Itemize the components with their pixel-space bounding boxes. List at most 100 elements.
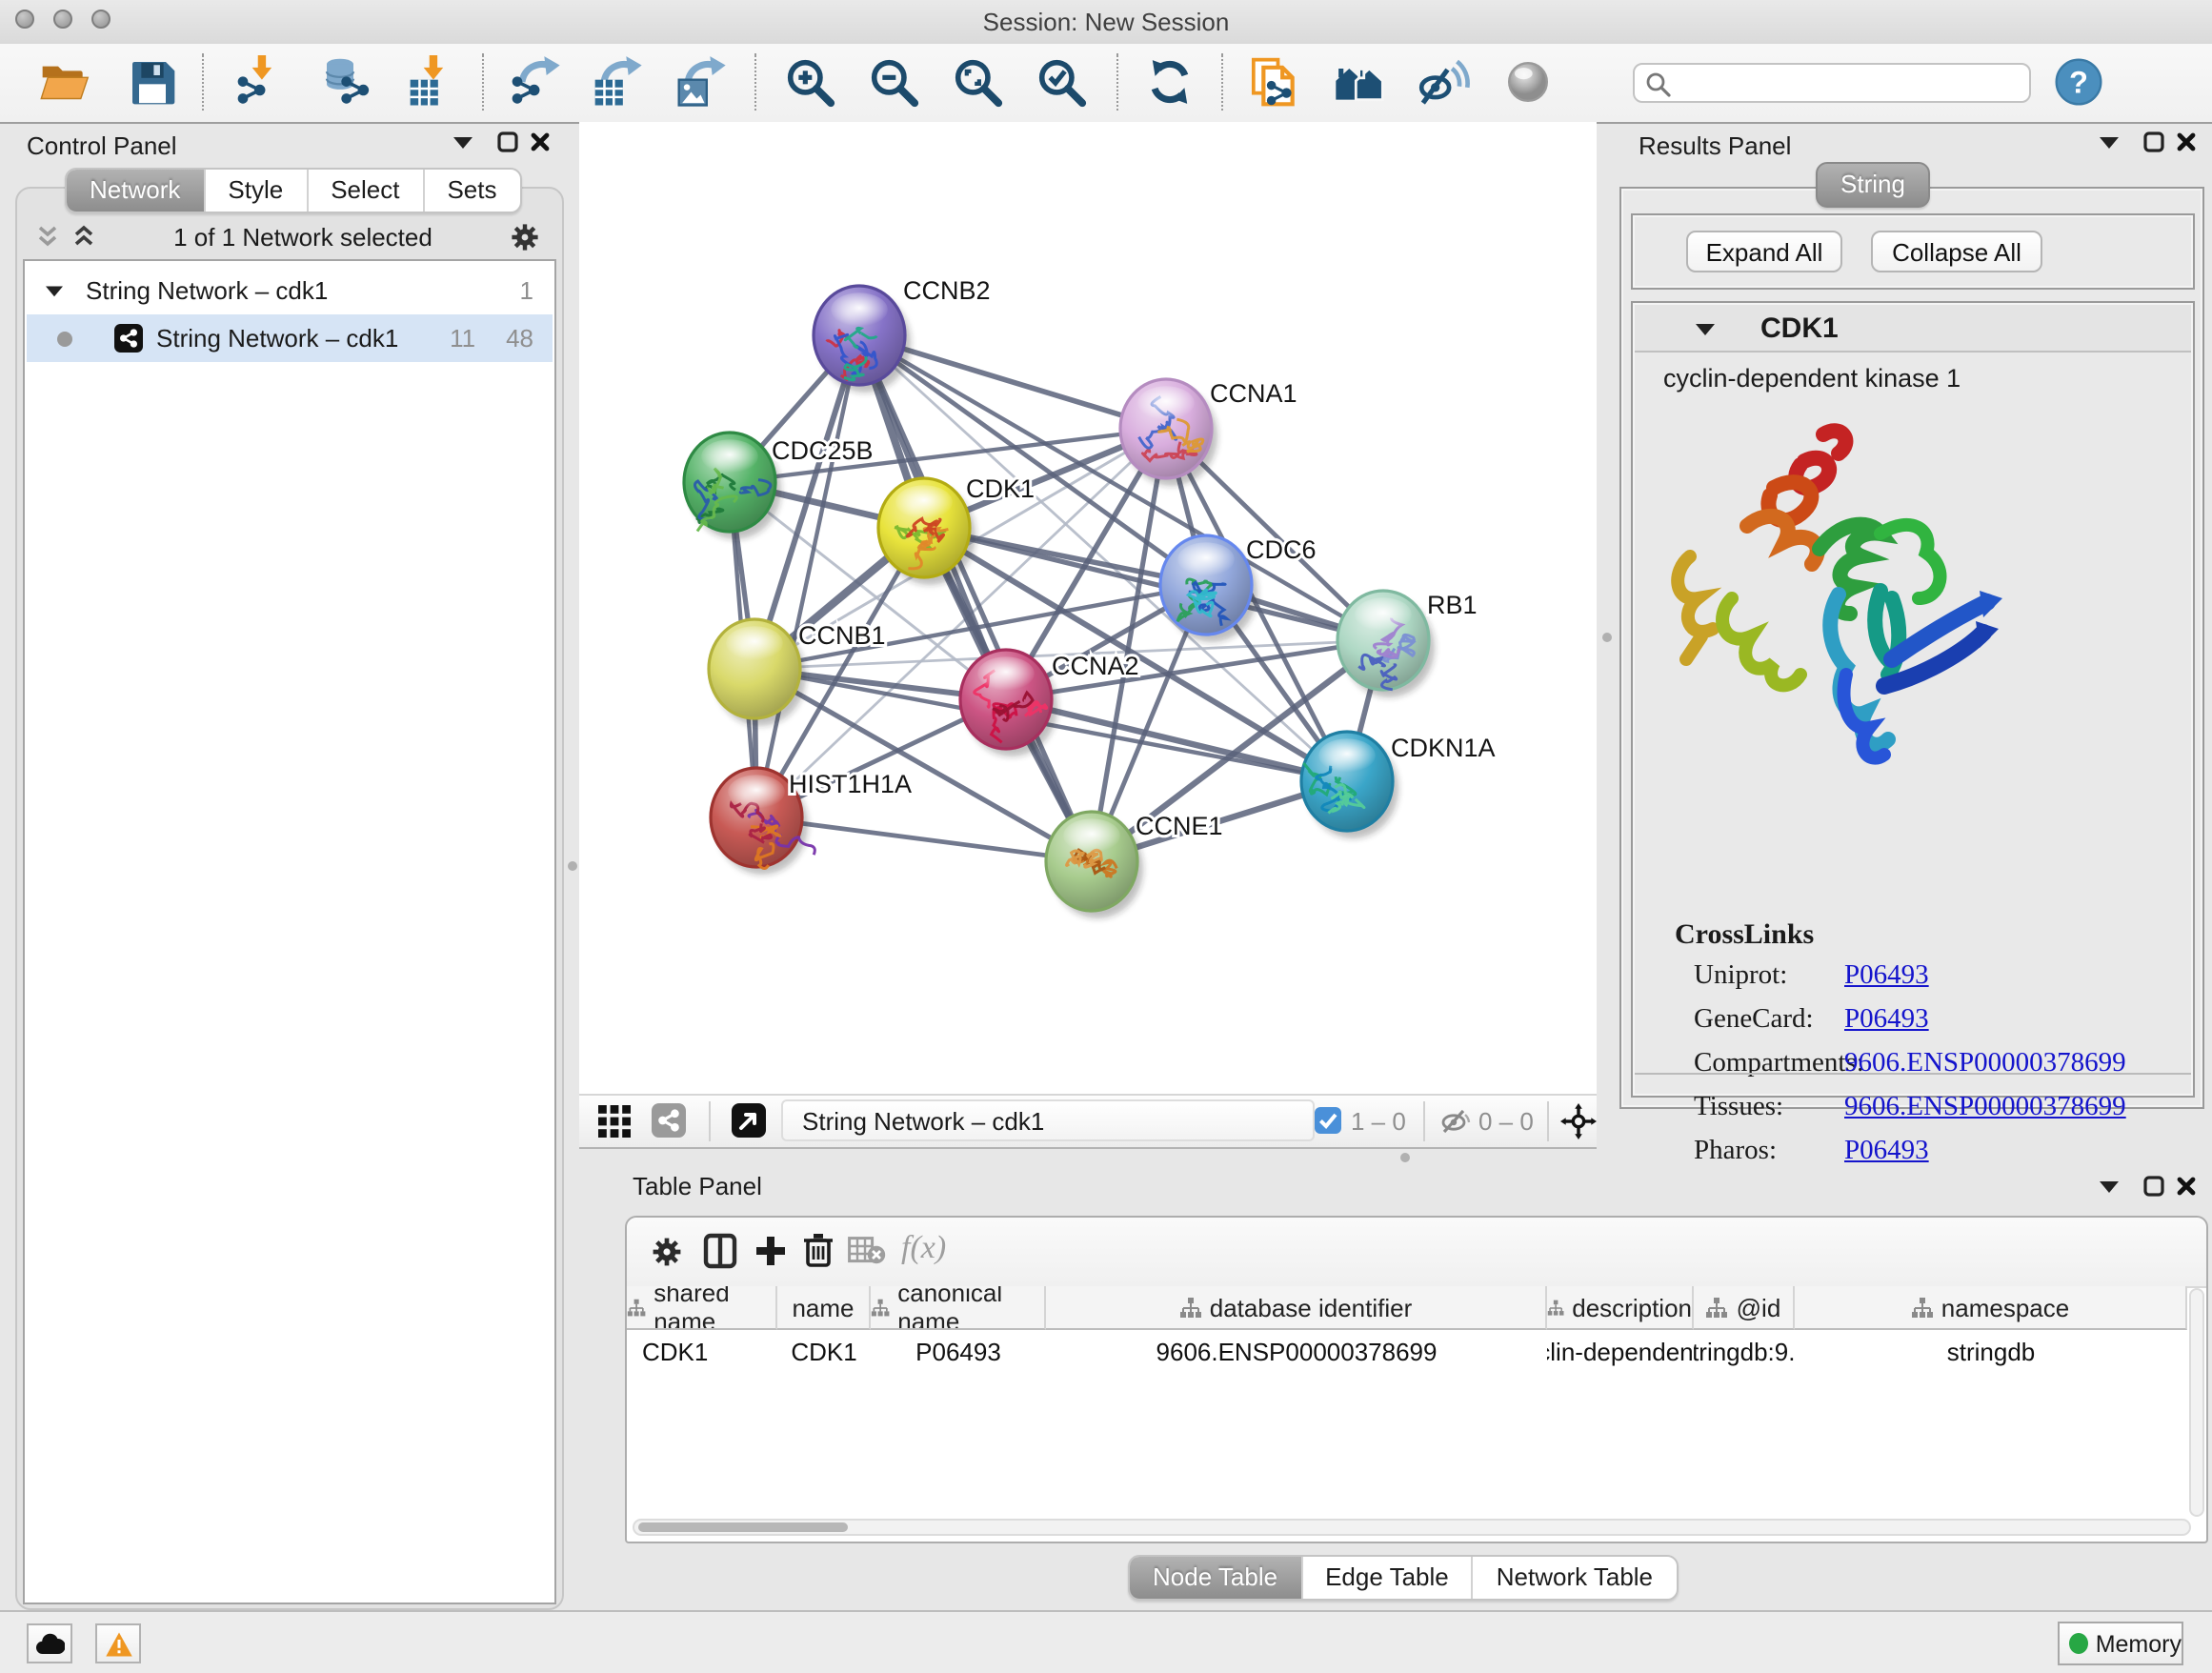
tab-sets[interactable]: Sets (424, 170, 519, 212)
gear-icon[interactable] (509, 220, 541, 252)
import-database-button[interactable] (318, 53, 375, 111)
network-row-selected[interactable]: String Network – cdk1 11 48 (27, 314, 553, 362)
expand-all-button[interactable]: Expand All (1686, 231, 1842, 272)
level-of-detail-button[interactable] (1499, 53, 1557, 111)
selected-checkbox[interactable] (1315, 1107, 1341, 1139)
results-float-menu-icon[interactable] (2096, 128, 2122, 154)
table-cell[interactable]: cyclin-dependent ... (1547, 1330, 1694, 1372)
network-node-CDK1[interactable]: CDK1 (878, 474, 1035, 585)
table-float-menu-icon[interactable] (2096, 1172, 2122, 1199)
table-cell[interactable]: 9606.ENSP00000378699 (1046, 1330, 1547, 1372)
table-cell[interactable]: stringdb (1795, 1330, 2187, 1372)
zoom-out-button[interactable] (865, 53, 922, 111)
column-header-id[interactable]: @id (1694, 1286, 1795, 1330)
toolbar-separator (754, 53, 756, 111)
memory-button[interactable]: Memory (2058, 1622, 2183, 1665)
table-cell[interactable]: CDK1 (627, 1330, 777, 1372)
hidden-eye-icon[interactable] (1440, 1107, 1471, 1139)
network-overview-button[interactable] (1332, 53, 1389, 111)
float-panel-icon[interactable] (493, 128, 520, 154)
entry-collapse-icon[interactable] (1696, 322, 1715, 335)
network-node-CDKN1A[interactable]: CDKN1A (1301, 732, 1496, 838)
zoom-fit-button[interactable] (949, 53, 1006, 111)
birds-eye-view-button[interactable] (732, 1103, 766, 1143)
node-table[interactable]: shared nameCDK1nameCDK1canonical nameP06… (627, 1286, 2189, 1515)
table-cell[interactable]: CDK1 (777, 1330, 871, 1372)
zoom-selected-button[interactable] (1033, 53, 1090, 111)
network-view-toolbar: String Network – cdk1 1 – 0 0 – 0 (579, 1094, 1597, 1149)
results-panel: Results Panel String Expand All Collapse… (1619, 122, 2204, 1113)
search-icon (1644, 71, 1673, 99)
add-column-icon[interactable] (753, 1233, 789, 1275)
network-canvas[interactable]: CCNB2 CCNA1 CDC25B CDK1 CDC6 RB1 CCNB1 C… (579, 122, 1597, 1094)
crosslink-value-link[interactable]: P06493 (1844, 1004, 1929, 1037)
import-network-button[interactable] (232, 53, 290, 111)
network-collection-row[interactable]: String Network – cdk1 1 (27, 267, 553, 314)
tab-style[interactable]: Style (205, 170, 308, 212)
network-list: String Network – cdk1 1 String Network –… (23, 259, 556, 1604)
tab-node-table[interactable]: Node Table (1130, 1557, 1302, 1599)
column-header-description[interactable]: description (1547, 1286, 1694, 1330)
collapse-all-icon[interactable] (34, 223, 61, 250)
network-node-CDC25B[interactable]: CDC25B (684, 433, 874, 539)
split-columns-icon[interactable] (703, 1233, 737, 1275)
delete-table-icon-disabled (848, 1237, 886, 1271)
table-gear-icon[interactable] (650, 1235, 684, 1275)
right-splitter-handle[interactable] (1602, 633, 1612, 642)
results-close-icon[interactable] (2172, 128, 2199, 154)
crosslink-value-link[interactable]: P06493 (1844, 1136, 1929, 1168)
column-header-canonicalname[interactable]: canonical name (871, 1286, 1046, 1330)
tab-select[interactable]: Select (308, 170, 424, 212)
network-share-view-icon[interactable] (652, 1103, 686, 1143)
crosslink-value-link[interactable]: P06493 (1844, 960, 1929, 993)
tab-network[interactable]: Network (67, 170, 205, 212)
control-panel-tabs: NetworkStyleSelectSets (65, 168, 522, 213)
tab-edge-table[interactable]: Edge Table (1302, 1557, 1474, 1599)
node-label: CDC25B (772, 436, 874, 465)
network-node-RB1[interactable]: RB1 (1337, 591, 1478, 697)
table-cell[interactable]: stringdb:9... (1694, 1330, 1795, 1372)
column-header-namespace[interactable]: namespace (1795, 1286, 2187, 1330)
network-collection-label: String Network – cdk1 (86, 276, 520, 305)
toggle-graphics-details-button[interactable] (1416, 53, 1473, 111)
export-table-button[interactable] (589, 53, 646, 111)
table-close-icon[interactable] (2172, 1172, 2199, 1199)
zoom-in-button[interactable] (781, 53, 838, 111)
table-float-icon[interactable] (2140, 1172, 2166, 1199)
collapse-all-button[interactable]: Collapse All (1871, 231, 2042, 272)
open-session-button[interactable] (36, 53, 93, 111)
left-splitter-handle[interactable] (568, 861, 577, 871)
results-float-icon[interactable] (2140, 128, 2166, 154)
crosslink-value-link[interactable]: 9606.ENSP00000378699 (1844, 1092, 2126, 1124)
tab-network-table[interactable]: Network Table (1474, 1557, 1676, 1599)
close-panel-icon[interactable] (526, 128, 553, 154)
search-field[interactable] (1633, 63, 2031, 103)
network-edge[interactable] (756, 335, 859, 817)
export-image-button[interactable] (673, 53, 730, 111)
grid-view-icon[interactable] (598, 1105, 631, 1143)
expand-all-icon[interactable] (70, 223, 97, 250)
help-button[interactable]: ? (2050, 53, 2107, 111)
cloud-button[interactable] (27, 1623, 72, 1663)
warnings-button[interactable] (95, 1623, 141, 1663)
delete-column-icon[interactable] (802, 1231, 835, 1275)
column-header-sharedname[interactable]: shared name (627, 1286, 777, 1330)
export-network-button[interactable] (507, 53, 564, 111)
refresh-layout-button[interactable] (1141, 53, 1198, 111)
collapse-row-icon[interactable] (46, 284, 63, 297)
search-input[interactable] (1680, 67, 2027, 103)
share-network-file-button[interactable] (1246, 53, 1303, 111)
float-panel-menu-icon[interactable] (450, 128, 476, 154)
table-cell[interactable]: P06493 (871, 1330, 1046, 1372)
column-header-databaseidentifier[interactable]: database identifier (1046, 1286, 1547, 1330)
tab-string[interactable]: String (1816, 162, 1930, 208)
save-session-button[interactable] (124, 53, 181, 111)
crosslink-value-link[interactable]: 9606.ENSP00000378699 (1844, 1048, 2126, 1080)
vertical-scrollbar[interactable] (2189, 1288, 2204, 1517)
column-header-name[interactable]: name (777, 1286, 871, 1330)
import-table-button[interactable] (404, 53, 461, 111)
bottom-splitter-handle[interactable] (1400, 1153, 1410, 1162)
fit-selected-crosshair-icon[interactable] (1560, 1103, 1597, 1145)
horizontal-scrollbar[interactable] (633, 1519, 2191, 1536)
network-node-HIST1H1A[interactable]: HIST1H1A (711, 768, 912, 875)
